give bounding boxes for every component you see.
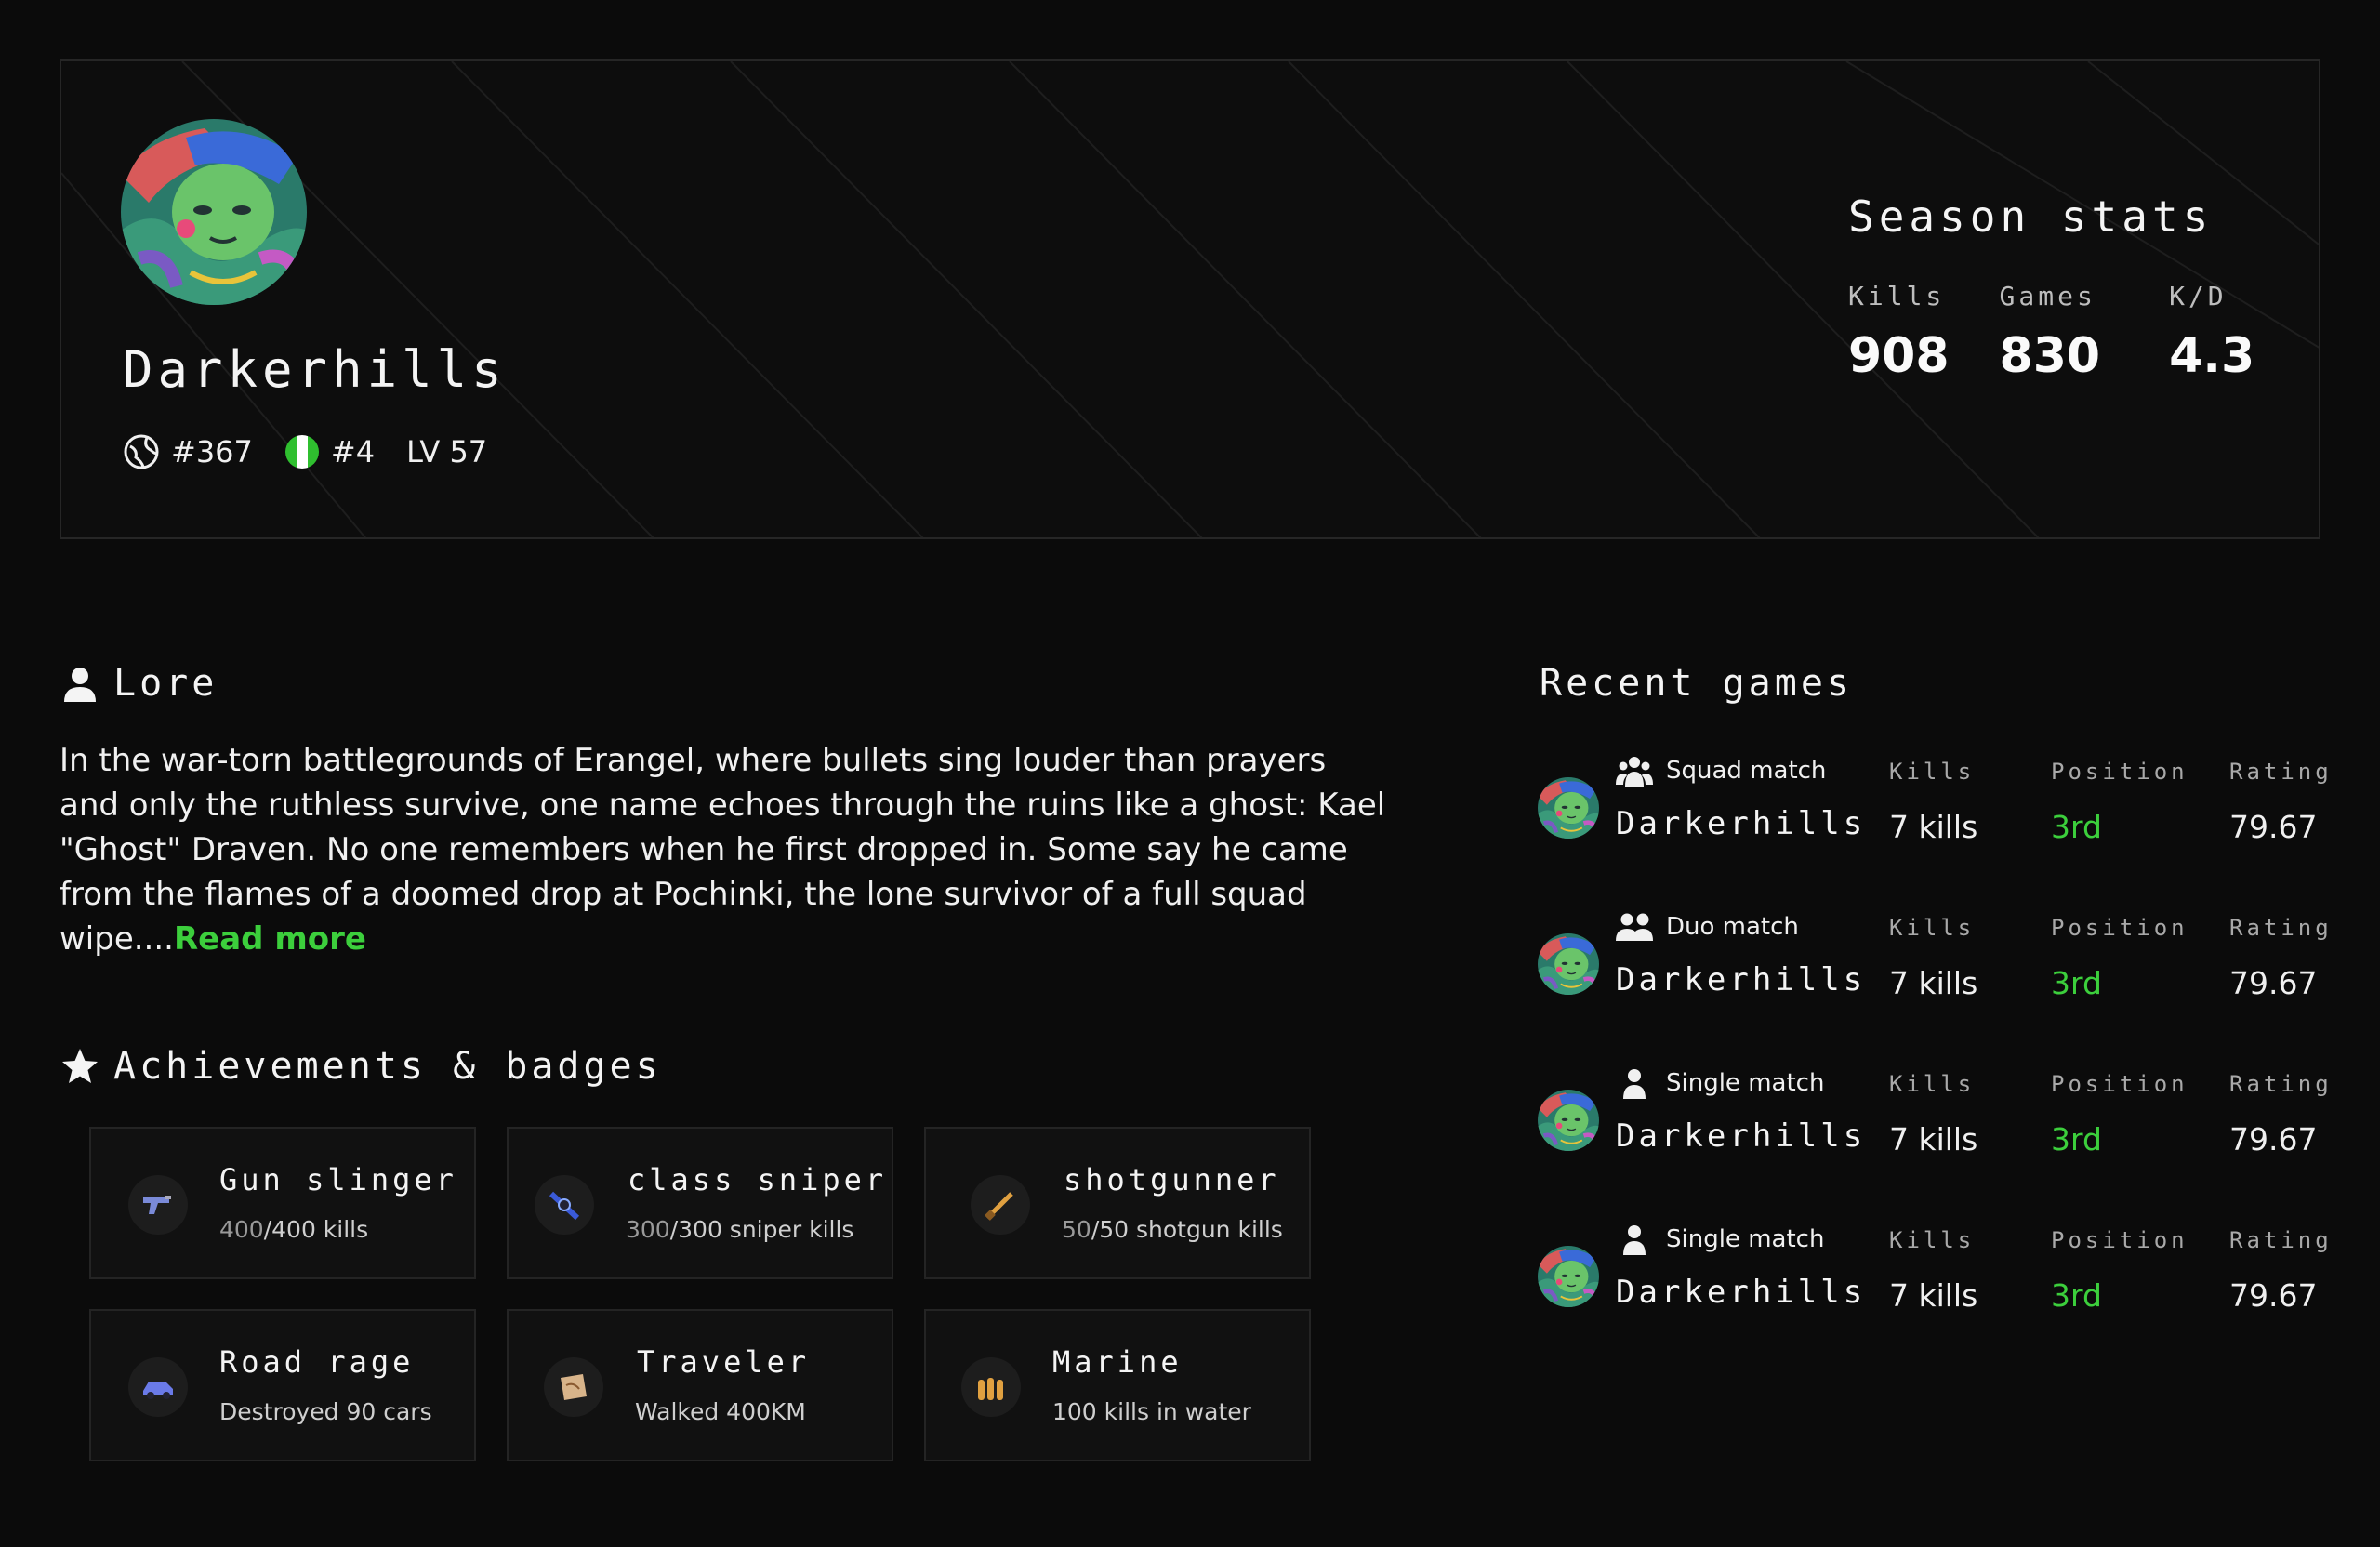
pistol-icon: [128, 1175, 188, 1235]
season-stats: Season stats Kills 908 Games 830 K/D 4.3: [1848, 192, 2254, 384]
lore-title: Lore: [113, 662, 218, 705]
recent-game-row[interactable]: Single match Darkerhills Kills 7 kills Po…: [1538, 1223, 2329, 1335]
sniper-icon: [535, 1175, 594, 1235]
profile-name: Darkerhills: [123, 340, 507, 399]
lore-header: Lore: [60, 662, 218, 705]
shotgun-icon: [971, 1175, 1030, 1235]
recent-game-row[interactable]: Single match Darkerhills Kills 7 kills Po…: [1538, 1067, 2329, 1179]
duo-icon: [1616, 913, 1653, 941]
badge-class-sniper[interactable]: class sniper 300/300 sniper kills: [507, 1127, 893, 1279]
badge-shotgunner[interactable]: shotgunner 50/50 shotgun kills: [924, 1127, 1311, 1279]
profile-avatar: [121, 119, 307, 305]
game-avatar: [1538, 933, 1599, 995]
badge-gun-slinger[interactable]: Gun slinger 400/400 kills: [89, 1127, 476, 1279]
recent-game-row[interactable]: Squad match Darkerhills Kills 7 kills Pos…: [1538, 755, 2329, 866]
recent-game-row[interactable]: Duo match Darkerhills Kills 7 kills Posit…: [1538, 911, 2329, 1023]
stat-kills: Kills 908: [1848, 281, 1950, 384]
squad-icon: [1616, 757, 1653, 787]
read-more-link[interactable]: Read more: [174, 920, 366, 958]
user-icon: [64, 668, 96, 702]
map-icon: [544, 1357, 603, 1417]
badge-marine[interactable]: Marine 100 kills in water: [924, 1309, 1311, 1461]
badge-road-rage[interactable]: Road rage Destroyed 90 cars: [89, 1309, 476, 1461]
badge-traveler[interactable]: Traveler Walked 400KM: [507, 1309, 893, 1461]
star-icon: [62, 1049, 98, 1083]
bullets-icon: [961, 1357, 1021, 1417]
car-icon: [128, 1357, 188, 1417]
global-rank: #367: [123, 433, 253, 470]
stat-kd: K/D 4.3: [2169, 281, 2255, 384]
profile-hero-card: Darkerhills #367 #4 LV 57 Season stats K…: [60, 60, 2320, 539]
lore-text: In the war-torn battlegrounds of Erangel…: [60, 742, 1386, 958]
profile-meta: #367 #4 LV 57: [123, 433, 519, 470]
globe-icon: [124, 434, 159, 469]
player-level: LV 57: [406, 434, 488, 469]
achievements-header: Achievements & badges: [60, 1045, 662, 1088]
recent-games-title: Recent games: [1540, 662, 1853, 705]
game-avatar: [1538, 777, 1599, 839]
single-icon: [1623, 1225, 1646, 1255]
achievements-grid: Gun slinger 400/400 kills class sniper 3…: [89, 1127, 1311, 1461]
game-avatar: [1538, 1090, 1599, 1151]
season-stats-title: Season stats: [1848, 192, 2214, 242]
game-avatar: [1538, 1246, 1599, 1307]
achievements-title: Achievements & badges: [113, 1045, 662, 1088]
single-icon: [1623, 1069, 1646, 1099]
stat-games: Games 830: [1999, 281, 2101, 384]
region-rank: #4: [284, 434, 375, 469]
flag-icon: [284, 435, 319, 469]
